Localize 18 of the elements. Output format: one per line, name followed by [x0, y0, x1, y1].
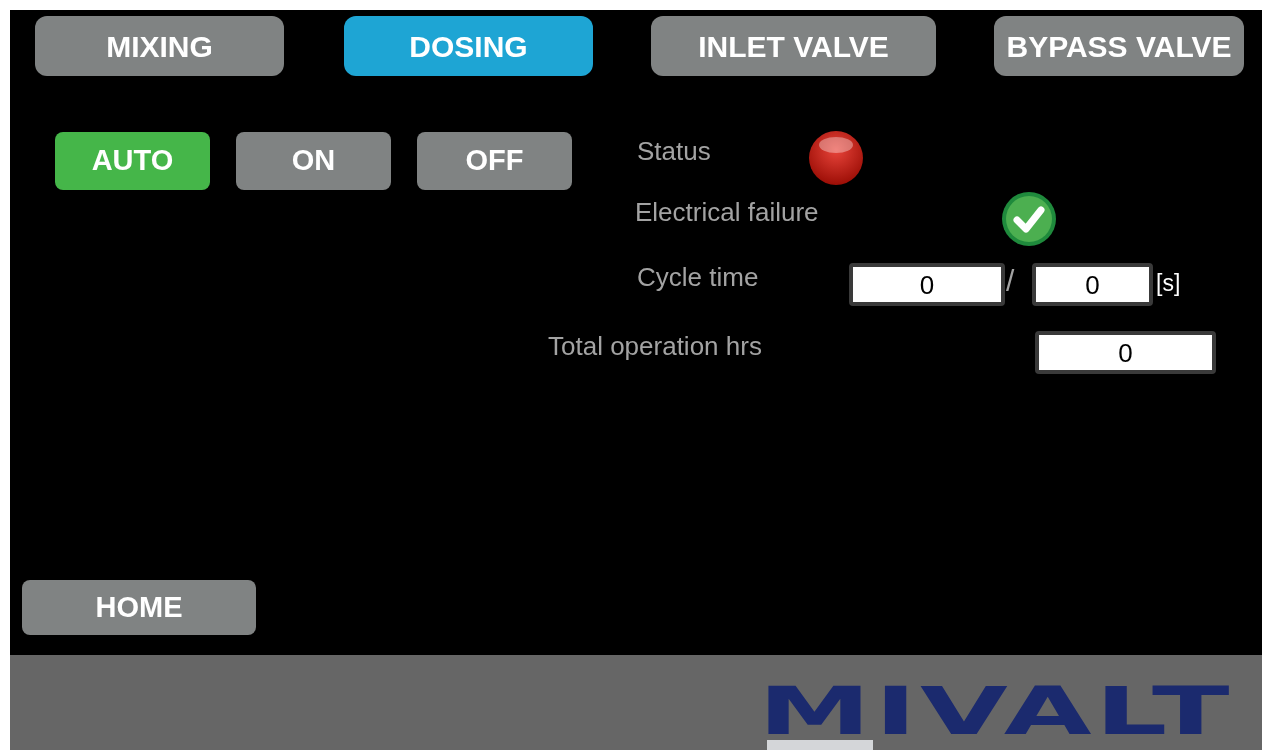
total-hours-label: Total operation hrs — [548, 333, 762, 359]
tab[interactable]: MIXING — [35, 16, 284, 76]
cycle-time-field: 0 — [849, 263, 1005, 306]
total-hours-field: 0 — [1035, 331, 1216, 374]
tab[interactable]: BYPASS VALVE — [994, 16, 1244, 76]
mode-button[interactable]: OFF — [417, 132, 572, 190]
tab[interactable]: DOSING — [344, 16, 593, 76]
mode-button[interactable]: AUTO — [55, 132, 210, 190]
home-button[interactable]: HOME — [22, 580, 256, 635]
tab[interactable]: INLET VALVE — [651, 16, 936, 76]
cycle-time-label: Cycle time — [637, 264, 759, 290]
mode-button[interactable]: ON — [236, 132, 391, 190]
unit-label: [s] — [1156, 272, 1181, 295]
cycle-setpoint-field: 0 — [1032, 263, 1153, 306]
logo: MIVALT — [758, 679, 1233, 745]
separator: / — [1006, 266, 1015, 296]
indicator-label: Electrical failure — [635, 199, 819, 225]
indicator-label: Status — [637, 138, 711, 164]
